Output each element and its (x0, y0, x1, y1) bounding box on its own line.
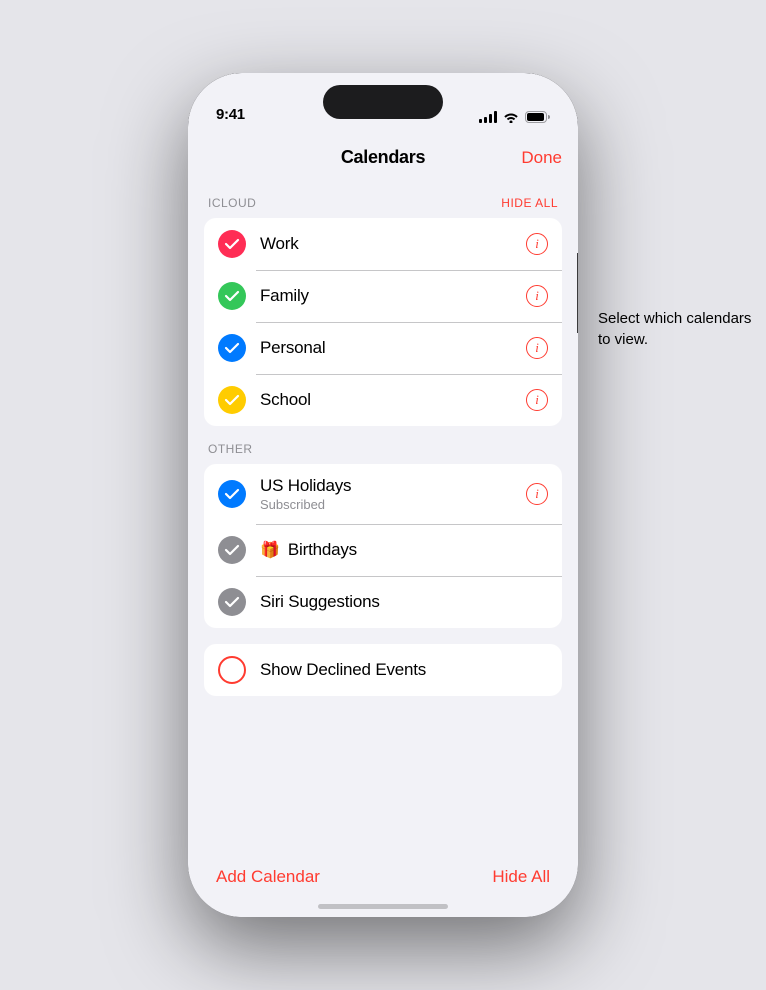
home-indicator (318, 904, 448, 909)
icloud-label: ICLOUD (208, 196, 256, 210)
list-item[interactable]: Work i (204, 218, 562, 270)
list-item[interactable]: Family i (204, 270, 562, 322)
us-holidays-subtitle: Subscribed (260, 497, 526, 512)
work-info-button[interactable]: i (526, 233, 548, 255)
personal-check (218, 334, 246, 362)
list-item[interactable]: 🎁 Birthdays (204, 524, 562, 576)
family-info-button[interactable]: i (526, 285, 548, 307)
work-label: Work (260, 234, 526, 254)
list-item[interactable]: Siri Suggestions (204, 576, 562, 628)
show-declined-label: Show Declined Events (260, 660, 548, 680)
other-label: OTHER (208, 442, 253, 456)
list-item[interactable]: US Holidays Subscribed i (204, 464, 562, 524)
hide-all-button[interactable]: Hide All (492, 867, 550, 887)
siri-check (218, 588, 246, 616)
siri-suggestions-label: Siri Suggestions (260, 592, 548, 612)
school-check (218, 386, 246, 414)
school-label: School (260, 390, 526, 410)
birthdays-check (218, 536, 246, 564)
status-time: 9:41 (216, 106, 245, 123)
done-button[interactable]: Done (521, 148, 562, 168)
icloud-hide-all[interactable]: HIDE ALL (501, 196, 558, 210)
power-button (577, 253, 578, 333)
phone-screen: 9:41 Calendars Done (188, 73, 578, 917)
us-holidays-info-button[interactable]: i (526, 483, 548, 505)
gift-icon: 🎁 (260, 540, 280, 560)
us-holidays-label: US Holidays (260, 476, 526, 496)
show-declined-item[interactable]: Show Declined Events (204, 644, 562, 696)
personal-label: Personal (260, 338, 526, 358)
icloud-section-header: ICLOUD HIDE ALL (208, 196, 558, 210)
page-title: Calendars (341, 147, 425, 168)
wifi-icon (503, 111, 519, 123)
personal-info-button[interactable]: i (526, 337, 548, 359)
family-check (218, 282, 246, 310)
list-item[interactable]: School i (204, 374, 562, 426)
phone-frame: 9:41 Calendars Done (188, 73, 578, 917)
birthdays-label: Birthdays (288, 540, 357, 560)
work-check (218, 230, 246, 258)
signal-icon (479, 111, 497, 123)
battery-icon (525, 111, 550, 123)
bottom-spacer (204, 706, 562, 766)
page-header: Calendars Done (204, 131, 562, 180)
tooltip-text: Select which calendars to view. (598, 308, 758, 350)
other-section-header: OTHER (208, 442, 558, 456)
status-icons (479, 111, 550, 123)
other-calendars-card: US Holidays Subscribed i 🎁 Birthdays (204, 464, 562, 628)
main-content: Calendars Done ICLOUD HIDE ALL Work (188, 131, 578, 917)
add-calendar-button[interactable]: Add Calendar (216, 867, 320, 887)
dynamic-island (323, 85, 443, 119)
declined-circle-icon (218, 656, 246, 684)
family-label: Family (260, 286, 526, 306)
us-holidays-check (218, 480, 246, 508)
icloud-calendars-card: Work i Family i (204, 218, 562, 426)
list-item[interactable]: Personal i (204, 322, 562, 374)
school-info-button[interactable]: i (526, 389, 548, 411)
show-declined-card: Show Declined Events (204, 644, 562, 696)
